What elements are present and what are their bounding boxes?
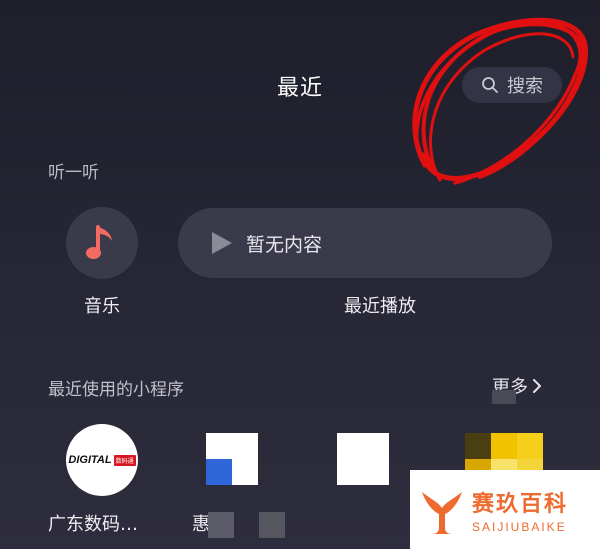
music-note-icon [86, 225, 112, 259]
search-button[interactable]: 搜索 [462, 67, 562, 103]
recent-play-label: 最近播放 [344, 296, 416, 317]
mosaic-patch [208, 512, 234, 538]
section-title-listen: 听一听 [48, 163, 99, 183]
play-icon [212, 232, 232, 254]
music-button[interactable] [66, 207, 138, 279]
mini-program-2[interactable] [206, 433, 258, 485]
digital-logo: DIGITAL 数码通 [68, 454, 136, 466]
chevron-right-icon [533, 379, 541, 393]
search-label: 搜索 [507, 76, 543, 97]
watermark-subtext: SAIJIUBAIKE [472, 519, 567, 534]
mosaic-patch [259, 512, 285, 538]
search-icon [482, 77, 498, 93]
whale-tail-logo-icon [422, 491, 462, 534]
watermark: 赛玖百科 SAIJIUBAIKE [410, 470, 600, 549]
empty-content-text: 暂无内容 [246, 233, 323, 256]
mini-program-digital[interactable]: DIGITAL 数码通 [66, 424, 138, 496]
mini-program-3[interactable] [337, 433, 389, 485]
mosaic-patch [492, 390, 516, 404]
recent-play-card[interactable]: 暂无内容 [178, 208, 552, 278]
watermark-text: 赛玖百科 [472, 491, 569, 517]
section-title-mini-programs: 最近使用的小程序 [48, 380, 184, 400]
mini-program-label: 广东数码… [48, 514, 138, 535]
app-icon-blue-square [206, 459, 232, 485]
music-label: 音乐 [84, 296, 120, 317]
